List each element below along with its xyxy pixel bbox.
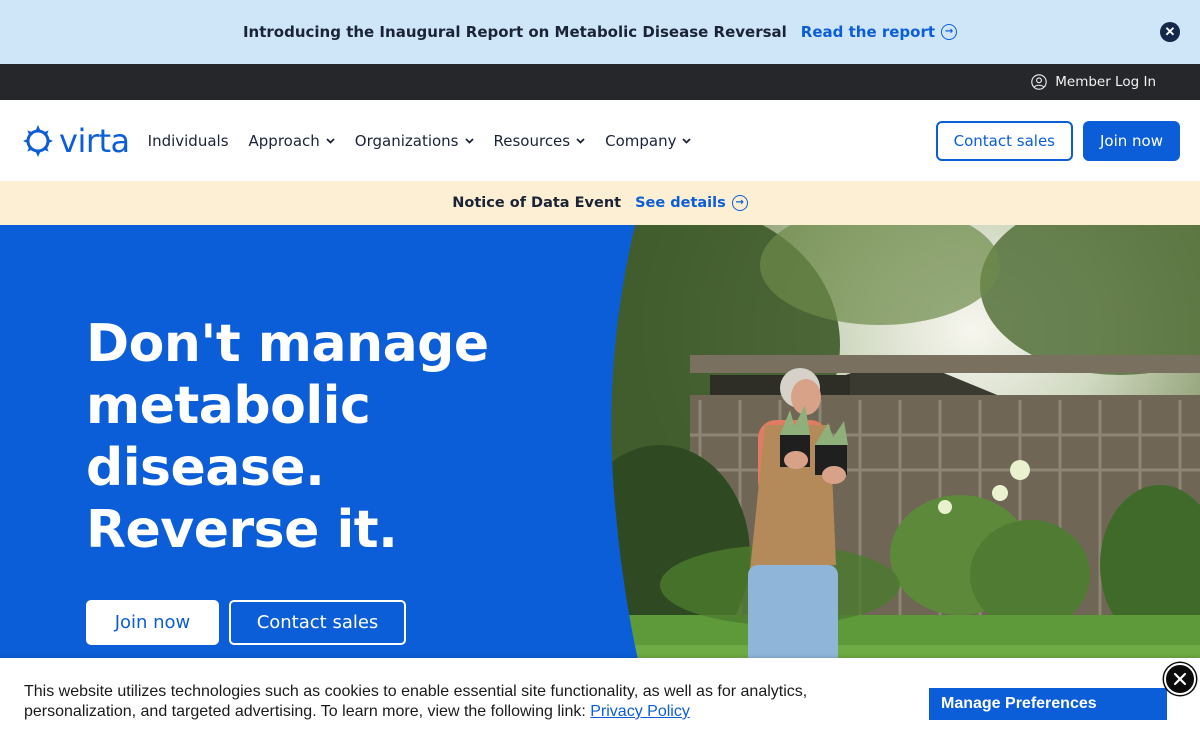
member-login-label: Member Log In xyxy=(1055,74,1156,90)
chevron-down-icon xyxy=(682,137,692,144)
see-details-label: See details xyxy=(635,195,726,211)
hero-contact-sales-button[interactable]: Contact sales xyxy=(229,600,406,645)
nav-items: Individuals Approach Organizations Resou… xyxy=(148,132,692,150)
nav-item-individuals[interactable]: Individuals xyxy=(148,132,229,150)
hero-title-line: metabolic xyxy=(86,376,371,436)
hero-title-line: disease. xyxy=(86,438,325,498)
arrow-right-circle-icon: → xyxy=(731,195,748,211)
arrow-right-circle-icon: → xyxy=(941,24,958,40)
logo-text: virta xyxy=(59,121,130,160)
manage-preferences-button[interactable]: Manage Preferences xyxy=(929,688,1167,720)
notice-bar: Notice of Data Event See details → xyxy=(0,181,1200,225)
cookie-text: This website utilizes technologies such … xyxy=(24,682,844,722)
nav-item-label: Approach xyxy=(248,131,320,150)
nav-item-approach[interactable]: Approach xyxy=(249,132,335,150)
hero-title-line: Reverse it. xyxy=(86,500,398,560)
read-report-label: Read the report xyxy=(800,23,936,41)
hero-actions: Join now Contact sales xyxy=(86,600,406,645)
close-x-icon xyxy=(1173,672,1187,686)
nav-item-label: Organizations xyxy=(354,131,459,150)
hero-title: Don't manage metabolic disease. Reverse … xyxy=(86,313,586,561)
chevron-down-icon xyxy=(464,137,474,144)
sun-logo-icon xyxy=(23,124,53,157)
announcement-text: Introducing the Inaugural Report on Meta… xyxy=(242,23,787,41)
user-circle-icon xyxy=(1031,74,1047,90)
hero-join-now-button[interactable]: Join now xyxy=(86,600,219,645)
privacy-policy-link[interactable]: Privacy Policy xyxy=(590,703,690,720)
chevron-down-icon xyxy=(326,137,335,144)
contact-sales-button[interactable]: Contact sales xyxy=(935,120,1073,161)
main-nav: virta Individuals Approach Organizations… xyxy=(0,100,1200,181)
nav-item-label: Company xyxy=(605,131,677,150)
nav-item-resources[interactable]: Resources xyxy=(494,132,586,150)
nav-item-label: Individuals xyxy=(147,131,229,150)
hero-title-line: Don't manage xyxy=(86,314,489,374)
announcement-bar: Introducing the Inaugural Report on Meta… xyxy=(0,0,1200,64)
notice-text: Notice of Data Event xyxy=(452,195,622,211)
close-circle-icon[interactable]: ✕ xyxy=(1160,22,1180,42)
nav-item-label: Resources xyxy=(493,131,571,150)
read-report-link[interactable]: Read the report → xyxy=(800,23,958,41)
nav-item-company[interactable]: Company xyxy=(605,131,692,150)
join-now-button[interactable]: Join now xyxy=(1083,120,1180,161)
logo[interactable]: virta xyxy=(22,122,130,160)
nav-actions: Contact sales Join now xyxy=(935,120,1180,161)
nav-item-organizations[interactable]: Organizations xyxy=(355,132,474,150)
cookie-banner: This website utilizes technologies such … xyxy=(0,658,1200,750)
utility-bar: Member Log In xyxy=(0,64,1200,100)
chevron-down-icon xyxy=(576,137,585,144)
see-details-link[interactable]: See details → xyxy=(635,195,748,211)
close-icon[interactable] xyxy=(1164,663,1196,695)
member-login-link[interactable]: Member Log In xyxy=(1031,74,1156,90)
